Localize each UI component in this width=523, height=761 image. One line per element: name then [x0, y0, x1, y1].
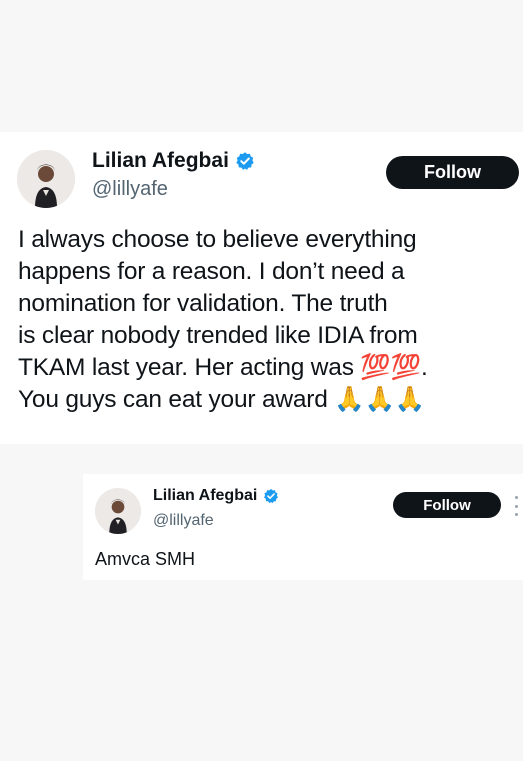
author-handle[interactable]: @lillyafe — [153, 512, 214, 530]
display-name[interactable]: Lilian Afegbai — [153, 487, 257, 505]
tweet-card-secondary: Lilian Afegbai @lillyafe Follow Amvca SM… — [83, 474, 523, 580]
author-handle[interactable]: @lillyafe — [92, 178, 168, 201]
tweet-text: I always choose to believe everything ha… — [18, 226, 428, 413]
display-name[interactable]: Lilian Afegbai — [92, 149, 229, 173]
more-options-icon[interactable] — [513, 496, 519, 516]
author-name-row: Lilian Afegbai — [153, 487, 279, 505]
follow-button[interactable]: Follow — [393, 492, 501, 518]
tweet-card-main: Lilian Afegbai @lillyafe Follow I always… — [0, 132, 523, 444]
verified-badge-icon — [235, 151, 255, 171]
follow-button[interactable]: Follow — [386, 156, 519, 189]
tweet-text: Amvca SMH — [95, 549, 196, 569]
avatar[interactable] — [95, 488, 141, 534]
author-name-row: Lilian Afegbai — [92, 149, 255, 173]
verified-badge-icon — [263, 488, 279, 504]
avatar[interactable] — [17, 150, 75, 208]
